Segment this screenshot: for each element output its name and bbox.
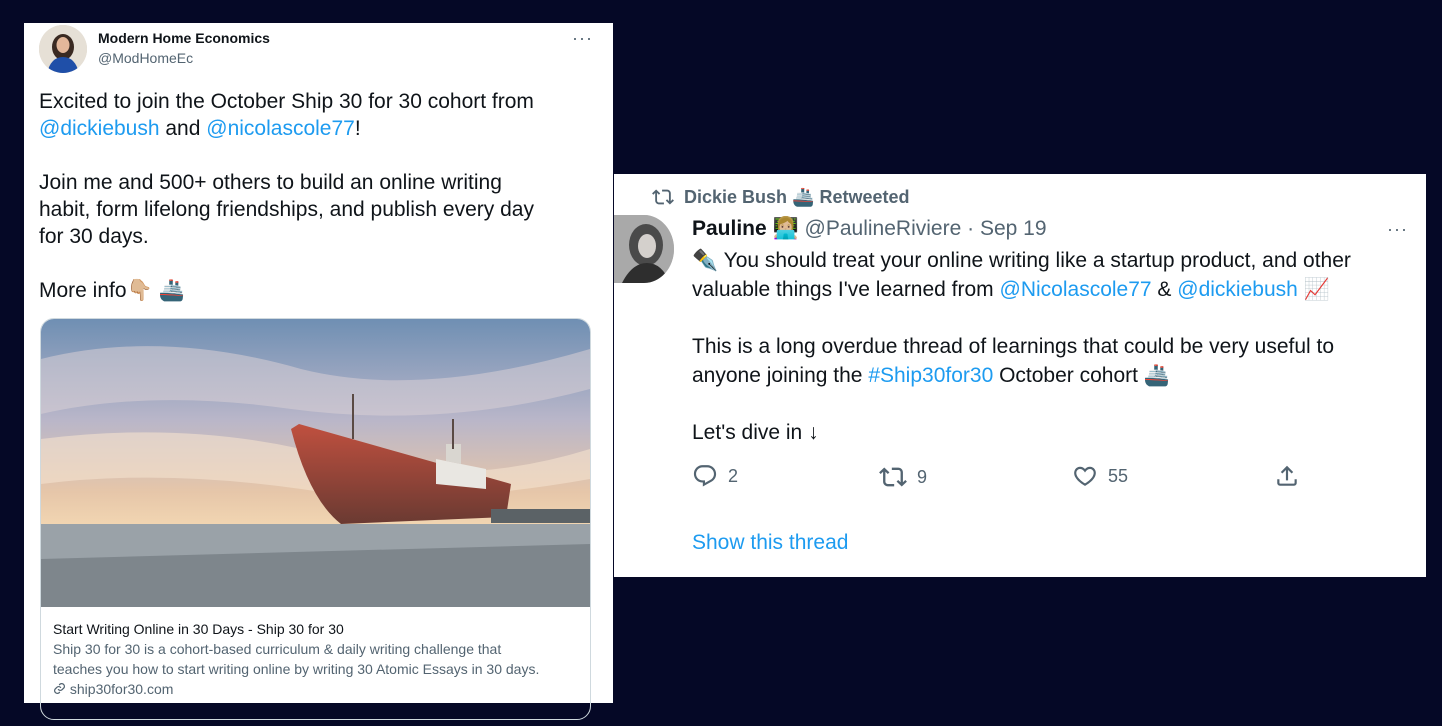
author-avatar[interactable]: [614, 215, 674, 283]
link-preview-description: teaches you how to start writing online …: [53, 661, 540, 677]
tweet-line: More info👇🏼 🚢: [39, 277, 599, 304]
tweet-text-segment: &: [1151, 278, 1178, 301]
more-options-icon[interactable]: ···: [1387, 220, 1408, 238]
tweet-line: habit, form lifelong friendships, and pu…: [39, 196, 599, 223]
tweet-date[interactable]: Sep 19: [980, 217, 1047, 240]
link-preview-domain-text: ship30for30.com: [69, 681, 174, 697]
tweet-line: for 30 days.: [39, 223, 599, 250]
tweet-line: Excited to join the October Ship 30 for …: [39, 88, 599, 115]
tweet-text-segment: !: [354, 117, 361, 140]
tweet-line: @dickiebush and @nicolascole77!: [39, 115, 599, 142]
reply-button[interactable]: 2: [692, 463, 738, 489]
author-name[interactable]: Modern Home Economics: [98, 30, 270, 46]
link-preview-card[interactable]: Start Writing Online in 30 Days - Ship 3…: [40, 318, 591, 720]
tweet-text-segment: for 30 days.: [39, 225, 149, 248]
like-button[interactable]: 55: [1072, 463, 1128, 489]
reply-icon: [693, 465, 717, 487]
tweet-text-segment: valuable things I've learned from: [692, 278, 1000, 301]
tweet-card-modhomeec: Modern Home Economics @ModHomeEc ··· Exc…: [24, 23, 613, 720]
retweet-button[interactable]: 9: [879, 463, 927, 491]
show-thread-link[interactable]: Show this thread: [692, 531, 848, 555]
retweet-context: Dickie Bush 🚢 Retweeted: [652, 186, 910, 208]
tweet-text-segment: October cohort: [993, 364, 1144, 387]
heart-icon: [1074, 466, 1096, 486]
chart-increasing-emoji-icon: 📈: [1303, 278, 1330, 301]
more-options-icon[interactable]: ···: [572, 29, 593, 47]
author-handle[interactable]: @ModHomeEc: [98, 50, 193, 66]
tweet-text-segment: and: [159, 117, 207, 140]
retweeter-name-text: Dickie Bush: [684, 186, 788, 207]
tweet-text-segment: Excited to join the October Ship 30 for …: [39, 90, 534, 113]
ship-emoji-icon: 🚢: [1143, 364, 1170, 387]
tweet-text-segment: More info: [39, 279, 127, 302]
hashtag-ship30for30[interactable]: #Ship30for30: [868, 364, 993, 387]
separator-dot: ·: [967, 217, 975, 240]
ship-emoji-icon: 🚢: [158, 279, 185, 302]
tweet-header: Pauline 👩🏼‍💻 @PaulineRiviere · Sep 19: [692, 217, 1047, 241]
retweet-icon: [652, 189, 674, 205]
link-preview-title[interactable]: Start Writing Online in 30 Days - Ship 3…: [53, 619, 578, 639]
tweet-text-segment: Let's dive in ↓: [692, 421, 819, 444]
link-preview-description: Ship 30 for 30 is a cohort-based curricu…: [53, 641, 502, 657]
retweet-icon: [879, 467, 907, 487]
link-icon: [54, 683, 65, 694]
mention-nicolascole77[interactable]: @nicolascole77: [206, 117, 355, 140]
retweeter-name[interactable]: Dickie Bush 🚢 Retweeted: [684, 187, 910, 208]
tweet-text-segment: You should treat your online writing lik…: [718, 249, 1351, 272]
tweet-text-segment: This is a long overdue thread of learnin…: [692, 335, 1335, 358]
reply-count: 2: [728, 465, 739, 486]
link-preview-meta: Start Writing Online in 30 Days - Ship 3…: [53, 619, 578, 699]
retweet-count: 9: [917, 466, 928, 487]
author-avatar[interactable]: [39, 25, 87, 73]
tweet-line: ✒️ You should treat your online writing …: [692, 246, 1412, 275]
pen-emoji-icon: ✒️: [692, 249, 719, 272]
ship-photo: [41, 319, 590, 607]
mention-nicolascole77[interactable]: @Nicolascole77: [1000, 278, 1152, 301]
tweet-line: valuable things I've learned from @Nicol…: [692, 275, 1412, 304]
tweet-line: Let's dive in ↓: [692, 418, 1412, 447]
tweet-line: anyone joining the #Ship30for30 October …: [692, 361, 1412, 390]
tweet-text: ✒️ You should treat your online writing …: [692, 246, 1412, 447]
share-icon: [1277, 465, 1297, 486]
tweet-card-pauline: Dickie Bush 🚢 Retweeted Pauline 👩🏼‍💻 @Pa…: [614, 174, 1426, 577]
author-name[interactable]: Pauline: [692, 217, 767, 240]
ship-emoji-icon: 🚢: [792, 186, 815, 207]
tweet-text-segment: habit, form lifelong friendships, and pu…: [39, 198, 534, 221]
tweet-text-segment: anyone joining the: [692, 364, 869, 387]
pointing-down-emoji-icon: 👇🏼: [126, 279, 153, 302]
tweet-text-segment: Join me and 500+ others to build an onli…: [39, 171, 502, 194]
author-handle[interactable]: @PaulineRiviere: [805, 217, 962, 240]
mention-dickiebush[interactable]: @dickiebush: [1177, 278, 1298, 301]
tweet-text: Excited to join the October Ship 30 for …: [39, 88, 599, 304]
link-preview-domain[interactable]: ship30for30.com: [53, 679, 578, 699]
share-button[interactable]: [1274, 463, 1300, 489]
tweet-line: This is a long overdue thread of learnin…: [692, 332, 1412, 361]
like-count: 55: [1108, 465, 1129, 486]
mention-dickiebush[interactable]: @dickiebush: [39, 117, 160, 140]
tweet-line: Join me and 500+ others to build an onli…: [39, 169, 599, 196]
technologist-emoji-icon: 👩🏼‍💻: [772, 217, 799, 240]
retweeted-label: Retweeted: [819, 186, 910, 207]
